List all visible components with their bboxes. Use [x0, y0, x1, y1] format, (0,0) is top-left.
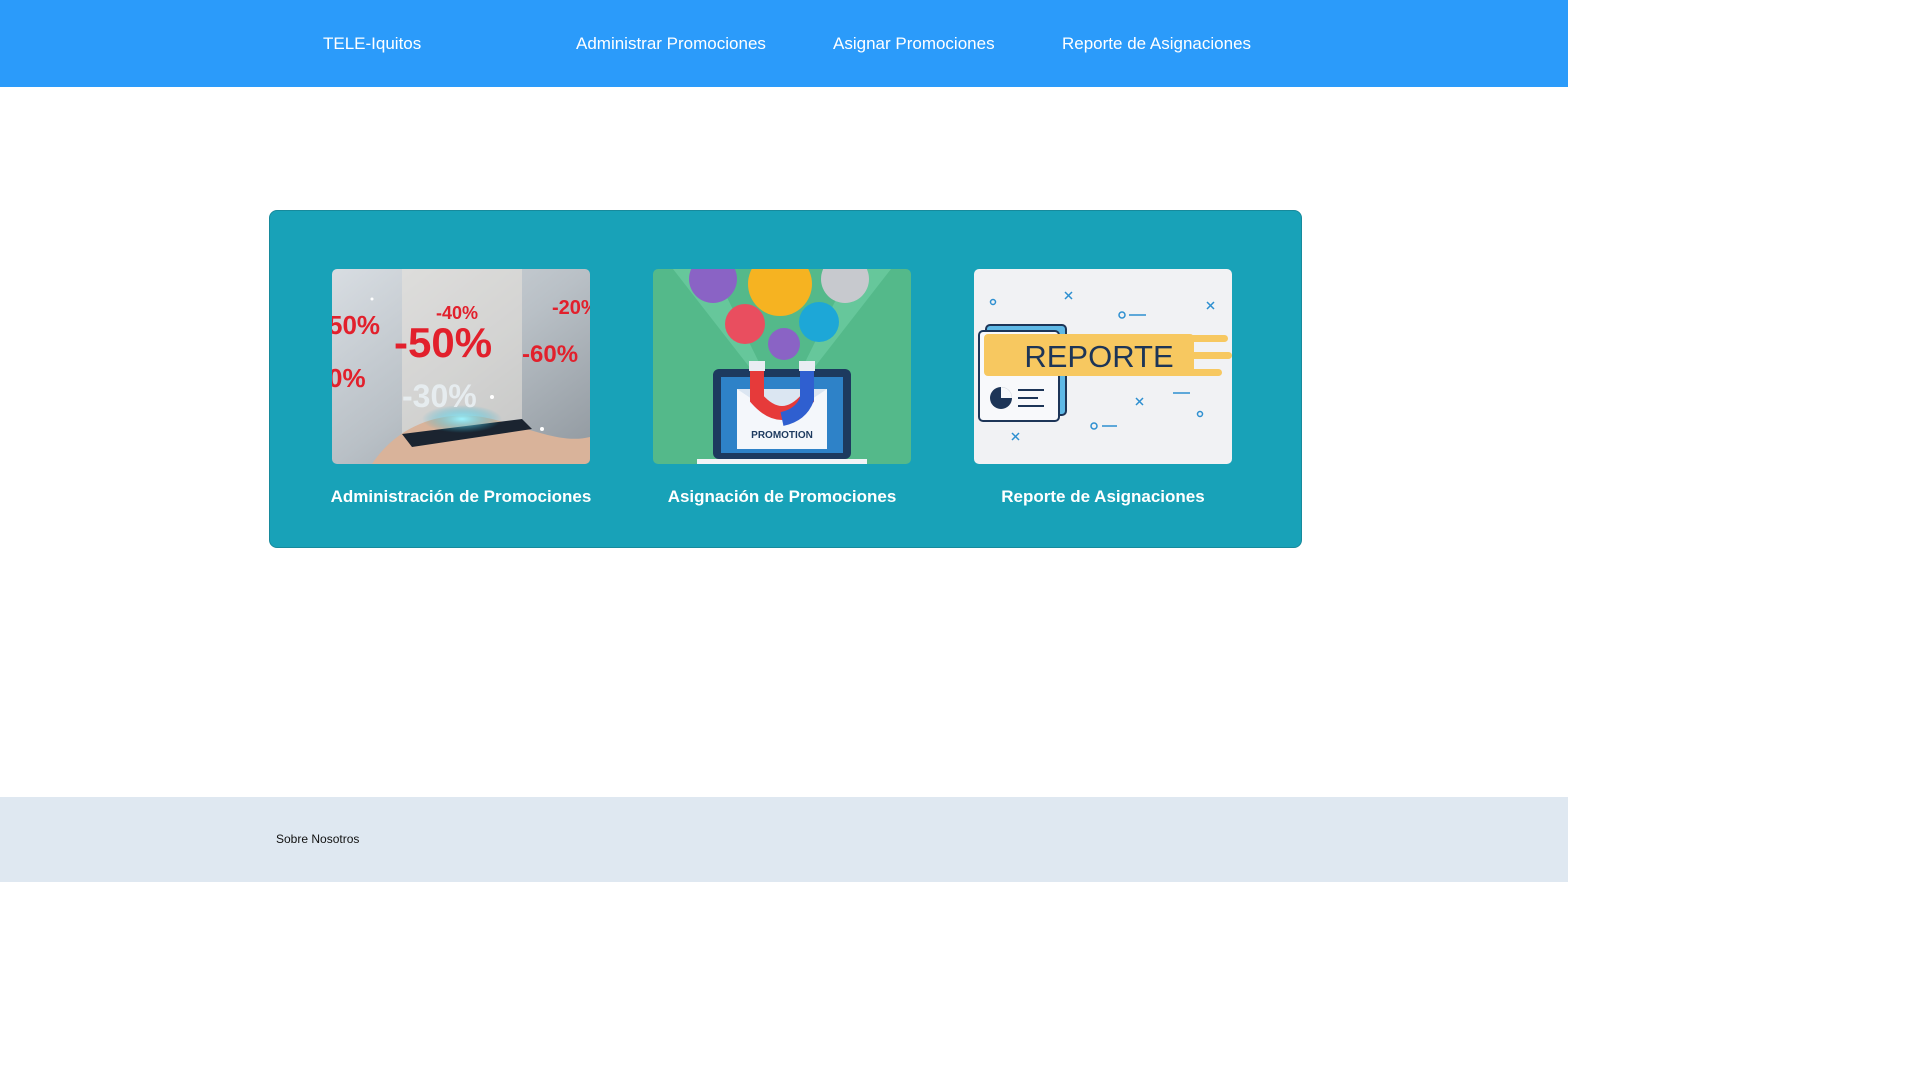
card-administracion-promociones[interactable]: -50% -40% -20% -30% -60% 50% 0% Administ…	[331, 269, 591, 506]
card-asignacion-promociones[interactable]: PROMOTION Asignación de Promociones	[653, 269, 911, 506]
top-navbar: TELE-Iquitos Administrar Promociones Asi…	[0, 0, 1568, 87]
svg-text:-30%: -30%	[402, 378, 477, 414]
reporte-label: REPORTE	[1024, 339, 1173, 374]
nav-administrar-promociones[interactable]: Administrar Promociones	[576, 34, 766, 54]
svg-text:-60%: -60%	[522, 341, 578, 368]
promotions-phone-image[interactable]: -50% -40% -20% -30% -60% 50% 0%	[332, 269, 590, 464]
card-title[interactable]: Administración de Promociones	[292, 487, 630, 507]
card-reporte-asignaciones[interactable]: REPORTE Reporte de Asignaciones	[974, 269, 1232, 506]
svg-text:0%: 0%	[332, 363, 366, 393]
report-document-image[interactable]: REPORTE	[974, 269, 1232, 464]
footer: Sobre Nosotros	[0, 797, 1568, 882]
svg-text:-20%: -20%	[552, 297, 590, 319]
sobre-nosotros-link[interactable]: Sobre Nosotros	[276, 832, 359, 846]
menu-panel: -50% -40% -20% -30% -60% 50% 0% Administ…	[269, 210, 1302, 548]
svg-text:-40%: -40%	[436, 303, 478, 323]
promotion-magnet-image[interactable]: PROMOTION	[653, 269, 911, 464]
brand-link[interactable]: TELE-Iquitos	[323, 34, 421, 54]
nav-asignar-promociones[interactable]: Asignar Promociones	[833, 34, 995, 54]
svg-text:-50%: -50%	[394, 319, 492, 366]
card-title[interactable]: Asignación de Promociones	[613, 487, 951, 507]
card-title[interactable]: Reporte de Asignaciones	[934, 487, 1272, 507]
promotion-label: PROMOTION	[751, 430, 813, 441]
svg-text:50%: 50%	[332, 310, 380, 340]
nav-reporte-asignaciones[interactable]: Reporte de Asignaciones	[1062, 34, 1251, 54]
